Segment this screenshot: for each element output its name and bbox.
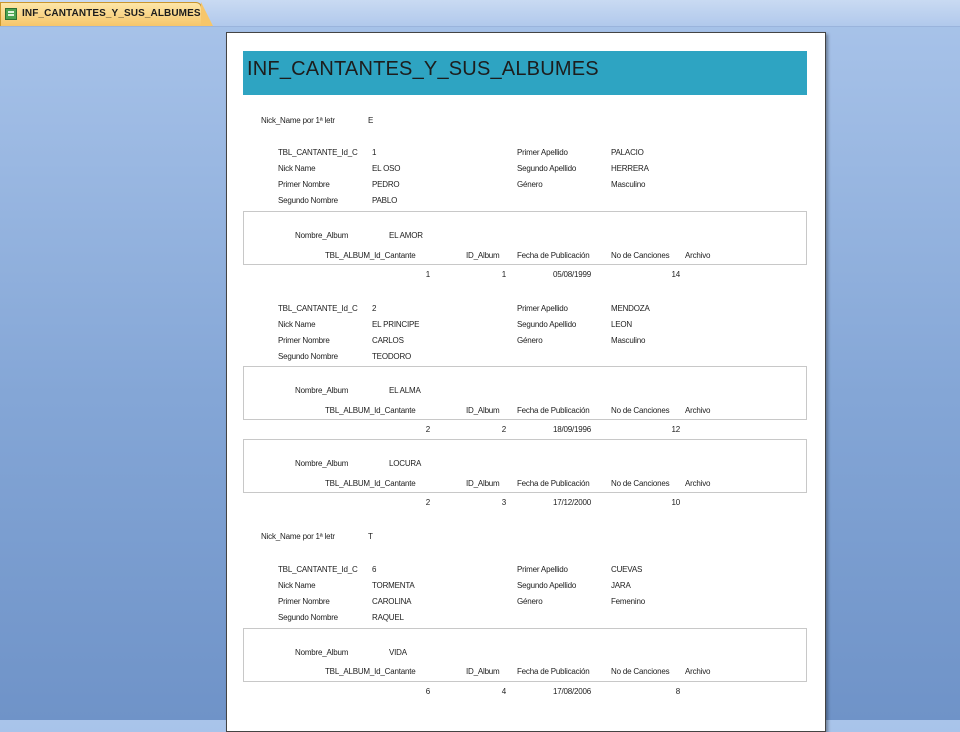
col-song-count: No de Canciones xyxy=(611,667,670,676)
col-singer-id: TBL_ALBUM_Id_Cantante xyxy=(325,406,416,415)
label-singer-id: TBL_CANTANTE_Id_C xyxy=(278,565,358,574)
album-id: 1 xyxy=(501,270,506,279)
label-album-name: Nombre_Album xyxy=(295,386,349,395)
col-song-count: No de Canciones xyxy=(611,406,670,415)
col-album-id: ID_Album xyxy=(466,667,500,676)
album-release-date: 17/12/2000 xyxy=(553,498,592,507)
singer-first-name: CARLOS xyxy=(372,336,404,345)
singer-second-name: PABLO xyxy=(372,196,398,205)
label-first-surname: Primer Apellido xyxy=(517,148,568,157)
group-label: Nick_Name por 1ª letr xyxy=(261,116,335,125)
label-first-surname: Primer Apellido xyxy=(517,565,568,574)
label-second-surname: Segundo Apellido xyxy=(517,581,577,590)
label-nick-name: Nick Name xyxy=(278,164,316,173)
label-album-name: Nombre_Album xyxy=(295,648,349,657)
singer-nick-name: EL PRINCIPE xyxy=(372,320,420,329)
label-gender: Género xyxy=(517,180,543,189)
col-release-date: Fecha de Publicación xyxy=(517,251,590,260)
col-singer-id: TBL_ALBUM_Id_Cantante xyxy=(325,251,416,260)
col-song-count: No de Canciones xyxy=(611,479,670,488)
album-id: 3 xyxy=(501,498,506,507)
album-name: VIDA xyxy=(389,648,407,657)
singer-second-surname: JARA xyxy=(611,581,631,590)
singer-id: 1 xyxy=(372,148,377,157)
col-release-date: Fecha de Publicación xyxy=(517,406,590,415)
col-release-date: Fecha de Publicación xyxy=(517,667,590,676)
label-gender: Género xyxy=(517,336,543,345)
label-second-name: Segundo Nombre xyxy=(278,613,338,622)
col-singer-id: TBL_ALBUM_Id_Cantante xyxy=(325,667,416,676)
col-file: Archivo xyxy=(685,406,711,415)
album-id: 2 xyxy=(501,425,506,434)
label-singer-id: TBL_CANTANTE_Id_C xyxy=(278,304,358,313)
singer-id: 2 xyxy=(372,304,377,313)
singer-first-surname: PALACIO xyxy=(611,148,644,157)
album-name: EL ALMA xyxy=(389,386,421,395)
label-first-name: Primer Nombre xyxy=(278,597,330,606)
album-name: LOCURA xyxy=(389,459,422,468)
album-id: 4 xyxy=(501,687,506,696)
singer-second-name: RAQUEL xyxy=(372,613,404,622)
label-album-name: Nombre_Album xyxy=(295,231,349,240)
singer-first-name: CAROLINA xyxy=(372,597,412,606)
group-letter: E xyxy=(368,116,374,125)
album-singer-id: 2 xyxy=(425,425,430,434)
col-song-count: No de Canciones xyxy=(611,251,670,260)
label-singer-id: TBL_CANTANTE_Id_C xyxy=(278,148,358,157)
report-tab[interactable]: INF_CANTANTES_Y_SUS_ALBUMES xyxy=(0,2,213,26)
label-second-name: Segundo Nombre xyxy=(278,196,338,205)
label-second-name: Segundo Nombre xyxy=(278,352,338,361)
album-song-count: 12 xyxy=(671,425,681,434)
label-album-name: Nombre_Album xyxy=(295,459,349,468)
label-first-surname: Primer Apellido xyxy=(517,304,568,313)
album-release-date: 18/09/1996 xyxy=(553,425,592,434)
album-song-count: 8 xyxy=(675,687,680,696)
album-song-count: 14 xyxy=(671,270,681,279)
report-header: INF_CANTANTES_Y_SUS_ALBUMES xyxy=(243,51,807,95)
label-nick-name: Nick Name xyxy=(278,320,316,329)
col-album-id: ID_Album xyxy=(466,251,500,260)
label-nick-name: Nick Name xyxy=(278,581,316,590)
report-tab-label: INF_CANTANTES_Y_SUS_ALBUMES xyxy=(22,8,201,19)
group-label: Nick_Name por 1ª letr xyxy=(261,532,335,541)
col-file: Archivo xyxy=(685,251,711,260)
report-page: INF_CANTANTES_Y_SUS_ALBUMES Nick_Name po… xyxy=(226,32,826,732)
singer-gender: Femenino xyxy=(611,597,645,606)
album-singer-id: 1 xyxy=(425,270,430,279)
col-file: Archivo xyxy=(685,479,711,488)
singer-first-name: PEDRO xyxy=(372,180,400,189)
group-letter: T xyxy=(368,532,373,541)
document-tab-bar: INF_CANTANTES_Y_SUS_ALBUMES xyxy=(0,0,960,27)
album-song-count: 10 xyxy=(671,498,681,507)
singer-id: 6 xyxy=(372,565,377,574)
report-title: INF_CANTANTES_Y_SUS_ALBUMES xyxy=(247,58,599,80)
label-gender: Género xyxy=(517,597,543,606)
col-release-date: Fecha de Publicación xyxy=(517,479,590,488)
label-second-surname: Segundo Apellido xyxy=(517,320,577,329)
album-name: EL AMOR xyxy=(389,231,423,240)
singer-gender: Masculino xyxy=(611,336,646,345)
singer-nick-name: TORMENTA xyxy=(372,581,415,590)
album-release-date: 05/08/1999 xyxy=(553,270,592,279)
label-first-name: Primer Nombre xyxy=(278,180,330,189)
singer-first-surname: CUEVAS xyxy=(611,565,643,574)
singer-gender: Masculino xyxy=(611,180,646,189)
col-album-id: ID_Album xyxy=(466,479,500,488)
singer-second-surname: HERRERA xyxy=(611,164,649,173)
singer-second-name: TEODORO xyxy=(372,352,412,361)
label-first-name: Primer Nombre xyxy=(278,336,330,345)
singer-nick-name: EL OSO xyxy=(372,164,401,173)
album-singer-id: 2 xyxy=(425,498,430,507)
label-second-surname: Segundo Apellido xyxy=(517,164,577,173)
singer-first-surname: MENDOZA xyxy=(611,304,650,313)
col-album-id: ID_Album xyxy=(466,406,500,415)
col-file: Archivo xyxy=(685,667,711,676)
singer-second-surname: LEON xyxy=(611,320,632,329)
album-singer-id: 6 xyxy=(425,687,430,696)
album-release-date: 17/08/2006 xyxy=(553,687,592,696)
col-singer-id: TBL_ALBUM_Id_Cantante xyxy=(325,479,416,488)
report-icon xyxy=(5,8,17,20)
